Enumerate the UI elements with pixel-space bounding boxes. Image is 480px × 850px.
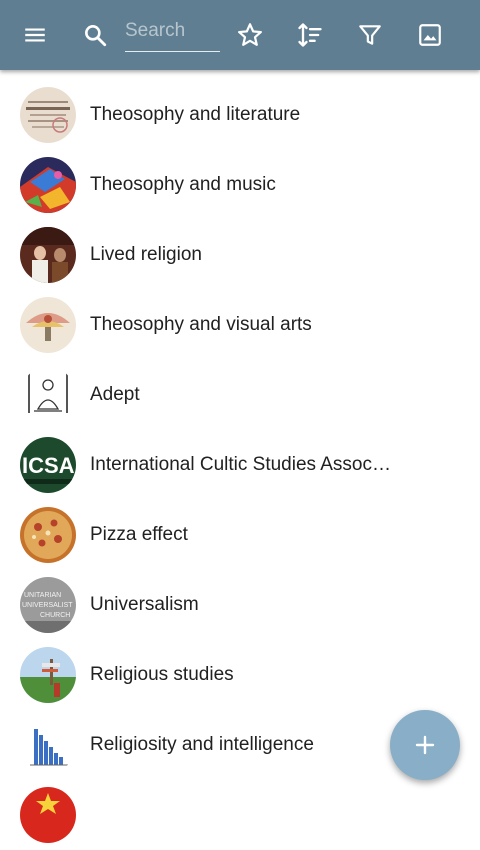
item-title: Theosophy and visual arts: [90, 314, 312, 335]
list-item[interactable]: [0, 780, 480, 850]
people-photo-thumbnail: [20, 227, 76, 283]
search-field: [125, 14, 220, 52]
illustration-thumbnail: [20, 297, 76, 353]
colorful-painting-thumbnail: [20, 157, 76, 213]
list-item[interactable]: Lived religion: [0, 220, 480, 290]
meditating-figure-thumbnail: [20, 367, 76, 423]
red-image-thumbnail: [20, 787, 76, 843]
item-title: Universalism: [90, 594, 199, 615]
search-input[interactable]: [125, 14, 220, 48]
search-icon: [85, 25, 107, 47]
pizza-photo-thumbnail: [20, 507, 76, 563]
search-button[interactable]: [75, 15, 115, 55]
sort-button[interactable]: [290, 15, 330, 55]
add-button[interactable]: [390, 710, 460, 780]
plus-icon: [415, 735, 435, 755]
list-item[interactable]: Adept: [0, 360, 480, 430]
outdoor-photo-thumbnail: [20, 647, 76, 703]
unitarian-church-sign-thumbnail: UNITARIAN UNIVERSALIST CHURCH: [20, 577, 76, 633]
icsa-logo-text: ICSA: [22, 453, 75, 478]
icsa-logo-thumbnail: ICSA: [20, 437, 76, 493]
item-title: [90, 780, 392, 850]
list-item[interactable]: Theosophy and visual arts: [0, 290, 480, 360]
item-title: Lived religion: [90, 244, 202, 265]
item-title: Adept: [90, 384, 140, 405]
item-title: Pizza effect: [90, 524, 188, 545]
image-icon: [419, 24, 441, 46]
item-title: International Cultic Studies Association: [90, 454, 392, 475]
favorites-button[interactable]: [230, 15, 270, 55]
list-item[interactable]: Theosophy and music: [0, 150, 480, 220]
menu-icon: [25, 28, 45, 42]
filter-button[interactable]: [350, 15, 390, 55]
item-title: Religiosity and intelligence: [90, 734, 314, 755]
image-button[interactable]: [410, 15, 450, 55]
app-toolbar: [0, 0, 480, 70]
list-item[interactable]: Religious studies: [0, 640, 480, 710]
sign-text-line-1: UNITARIAN: [24, 592, 61, 599]
list-item[interactable]: Pizza effect: [0, 500, 480, 570]
old-book-page-thumbnail: [20, 87, 76, 143]
list-item[interactable]: ICSA International Cultic Studies Associ…: [0, 430, 480, 500]
menu-button[interactable]: [15, 15, 55, 55]
item-title: Religious studies: [90, 664, 234, 685]
filter-icon: [359, 25, 381, 45]
item-title: Theosophy and music: [90, 174, 276, 195]
star-icon: [238, 23, 262, 46]
list-item[interactable]: UNITARIAN UNIVERSALIST CHURCH Universali…: [0, 570, 480, 640]
bar-chart-thumbnail: [20, 717, 76, 773]
sort-icon: [298, 23, 322, 47]
sign-text-line-3: CHURCH: [40, 612, 70, 619]
sign-text-line-2: UNIVERSALIST: [22, 602, 73, 609]
list-item[interactable]: Theosophy and literature: [0, 80, 480, 150]
item-title: Theosophy and literature: [90, 104, 301, 125]
